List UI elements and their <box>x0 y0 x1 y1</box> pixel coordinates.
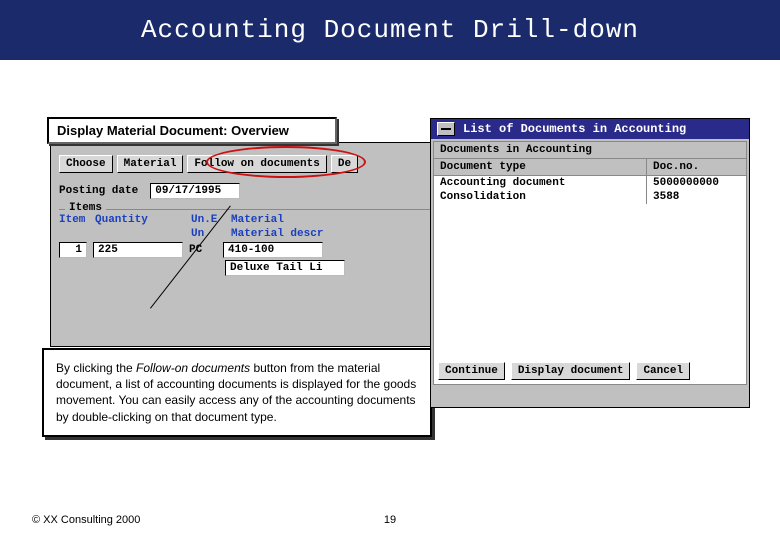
accounting-list-section: Documents in Accounting <box>434 142 746 159</box>
list-item[interactable]: Consolidation 3588 <box>434 190 746 204</box>
page-number: 19 <box>384 514 396 526</box>
accounting-list-window: List of Documents in Accounting Document… <box>430 118 750 408</box>
sap-window: Display Material Document: Overview Choo… <box>50 142 450 347</box>
items-group-label: Items <box>65 202 106 214</box>
follow-on-documents-button[interactable]: Follow on documents <box>187 155 326 173</box>
explanation-emph: Follow-on documents <box>136 361 250 375</box>
sap-toolbar: Choose Material Follow on documents De <box>59 155 358 173</box>
slide-title: Accounting Document Drill-down <box>141 15 639 45</box>
details-button[interactable]: De <box>331 155 358 173</box>
item-number-field[interactable]: 1 <box>59 242 87 258</box>
slide-title-bar: Accounting Document Drill-down <box>0 0 780 60</box>
display-document-button[interactable]: Display document <box>511 362 631 380</box>
row-doc-type: Consolidation <box>434 190 646 204</box>
sap-window-title: Display Material Document: Overview <box>47 117 337 144</box>
material-button[interactable]: Material <box>117 155 184 173</box>
slide-footer: © XX Consulting 2000 <box>32 514 140 526</box>
accounting-list-footer: Continue Display document Cancel <box>438 362 742 380</box>
slide-body: Display Material Document: Overview Choo… <box>0 60 780 540</box>
continue-button[interactable]: Continue <box>438 362 505 380</box>
row-doc-type: Accounting document <box>434 176 646 190</box>
row-doc-no: 5000000000 <box>646 176 746 190</box>
col-material-descr: Material descr <box>231 228 323 240</box>
col-document-type: Document type <box>434 159 646 175</box>
choose-button[interactable]: Choose <box>59 155 113 173</box>
list-item[interactable]: Accounting document 5000000000 <box>434 176 746 190</box>
row-doc-no: 3588 <box>646 190 746 204</box>
col-material: Material <box>231 214 284 226</box>
system-menu-icon[interactable] <box>437 122 455 136</box>
cancel-button[interactable]: Cancel <box>636 362 690 380</box>
explanation-pre: By clicking the <box>56 361 136 375</box>
accounting-list-body: Documents in Accounting Document type Do… <box>433 141 747 385</box>
accounting-list-columns: Document type Doc.no. <box>434 159 746 176</box>
material-descr-field[interactable]: Deluxe Tail Li <box>225 260 345 276</box>
material-field[interactable]: 410-100 <box>223 242 323 258</box>
explanation-box: By clicking the Follow-on documents butt… <box>42 348 432 437</box>
quantity-field[interactable]: 225 <box>93 242 183 258</box>
items-frame: Items Item Quantity Un.E Material Un Mat… <box>59 209 443 276</box>
accounting-list-title: List of Documents in Accounting <box>463 122 686 136</box>
col-item: Item <box>59 214 89 226</box>
col-quantity: Quantity <box>95 214 185 226</box>
posting-date-label: Posting date <box>59 185 138 197</box>
accounting-list-titlebar: List of Documents in Accounting <box>431 119 749 139</box>
posting-date-field[interactable]: 09/17/1995 <box>150 183 240 199</box>
posting-row: Posting date 09/17/1995 <box>59 183 240 199</box>
col-doc-no: Doc.no. <box>646 159 746 175</box>
